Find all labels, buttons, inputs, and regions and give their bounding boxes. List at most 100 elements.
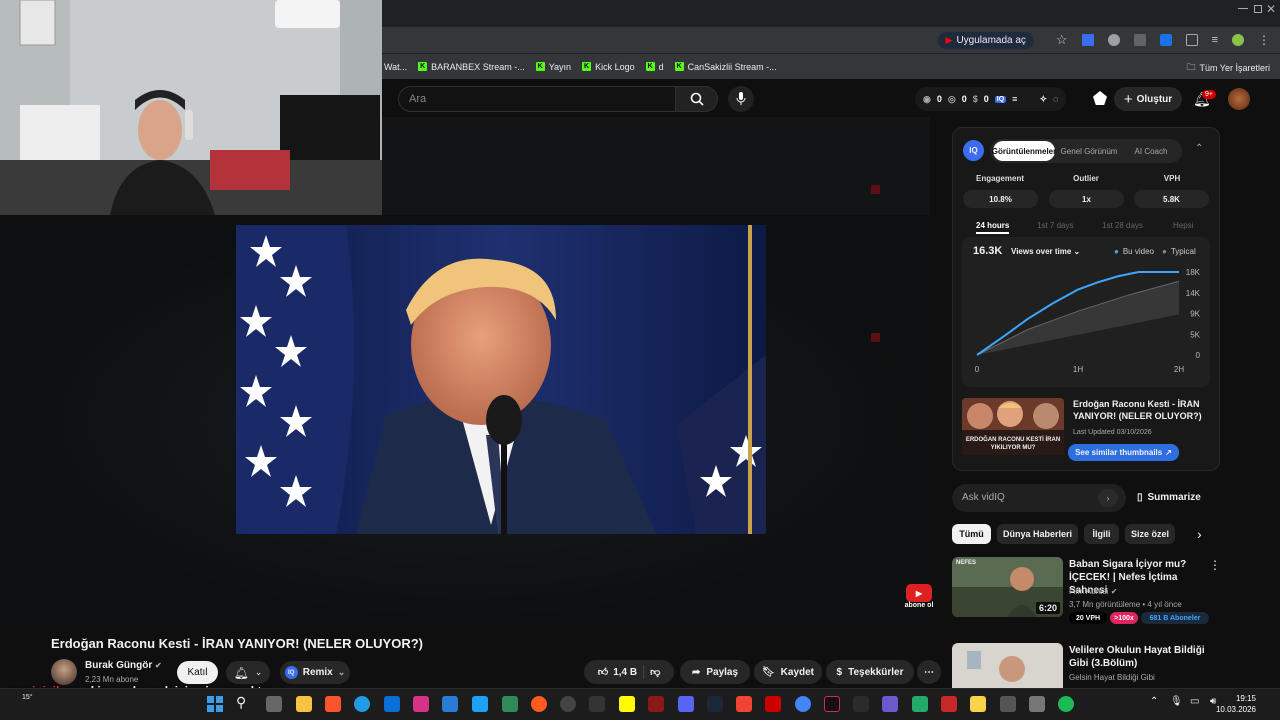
extension-icon[interactable] [1133,34,1146,46]
app-icon[interactable] [912,696,928,712]
thanks-button[interactable]: $ Teşekkürler [826,660,914,684]
chart-legend: ● Bu video ● Typical [1114,247,1196,256]
tray-chevron-icon[interactable]: ⌃ [1150,696,1158,707]
subscribe-overlay[interactable]: ▶ abone ol [904,584,934,612]
app-icon[interactable] [736,696,752,712]
channel-avatar[interactable] [51,659,77,685]
app-icon[interactable] [502,696,518,712]
minimize-icon[interactable] [1238,8,1248,9]
remix-button[interactable]: IQ Remix ⌄ [280,661,350,684]
recommendation-channel[interactable]: Gelsin Hayat Bildiği Gibi [1069,673,1155,682]
shield-icon[interactable] [1107,34,1120,46]
see-similar-button[interactable]: See similar thumbnails ↗ [1068,444,1179,461]
clock[interactable]: 19:15 10.03.2026 [1216,693,1256,715]
bookmark-item[interactable]: Kd [645,62,664,72]
search-input[interactable]: Ara [398,86,676,112]
spotify-icon[interactable] [1058,696,1074,712]
menu-icon[interactable]: ≡ [1212,34,1218,46]
windows-start-icon[interactable] [207,696,223,712]
more-icon[interactable]: ⋮ [1209,558,1221,572]
all-bookmarks[interactable]: 🗀 Tüm Yer İşaretleri [1186,60,1270,76]
tab-ai-coach[interactable]: AI Coach [1124,141,1178,161]
chip-world-news[interactable]: Dünya Haberleri [997,524,1078,544]
chip-all[interactable]: Tümü [952,524,991,544]
search-button[interactable] [676,86,718,112]
y-tick-label: 0 [1196,351,1201,360]
channel-name[interactable]: Burak Güngör ✔ [85,660,162,671]
opera-icon[interactable] [765,696,781,712]
more-actions-button[interactable]: ⋯ [917,660,941,684]
range-7d[interactable]: 1st 7 days [1037,221,1073,230]
app-icon[interactable] [531,696,547,712]
bookmark-item[interactable]: K Kick Logo [582,62,635,72]
chrome-icon[interactable] [795,696,811,712]
bookmark-item[interactable]: K CanSakizlii Stream -... [674,62,777,72]
bookmark-item[interactable]: Wat... [384,62,407,72]
range-24h[interactable]: 24 hours [976,221,1010,234]
vidiq-stats-bar[interactable]: ◉ 0 ◎ 0 $0 IQ ≡ ✧ ◌ [915,87,1067,111]
tab-views[interactable]: Görüntülenmeler [992,141,1056,161]
epic-games-icon[interactable] [589,696,605,712]
create-button[interactable]: + Oluştur [1114,87,1182,111]
collapse-icon[interactable]: ⌃ [1195,143,1203,154]
open-in-app-button[interactable]: ▶ Uygulamada aç [937,31,1034,49]
similar-thumbnail[interactable]: ERDOĞAN RACONU KESTİ İRAN YIKILIYOR MU? [962,398,1064,455]
file-explorer-icon[interactable] [296,696,312,712]
weather-temp[interactable]: 15° [22,694,33,701]
task-view-icon[interactable] [266,696,282,712]
save-button[interactable]: 🔖︎ Kaydet [754,660,822,684]
account-avatar[interactable] [1228,88,1250,110]
steam-icon[interactable] [707,696,723,712]
thumbs-down-icon[interactable]: 👎︎ [650,666,660,678]
network-icon[interactable]: ▭ [1190,696,1199,707]
app-icon[interactable] [941,696,957,712]
recommendation-thumbnail[interactable]: NEFES 6:20 [952,557,1063,617]
discord-icon[interactable] [678,696,694,712]
video-frame[interactable] [236,225,766,534]
like-button[interactable]: 👍︎ 1,4 B [598,666,637,679]
search-icon[interactable]: ⚲ [236,694,246,711]
star-icon[interactable]: ☆ [1056,32,1068,48]
close-icon[interactable]: ✕ [1266,2,1276,16]
chip-for-you[interactable]: Size özel [1125,524,1175,544]
puzzle-icon[interactable] [1185,34,1198,46]
snapchat-icon[interactable] [619,696,635,712]
brave-icon[interactable] [325,696,341,712]
bookmark-item[interactable]: K BARANBEX Stream -... [418,62,525,72]
chevron-right-icon[interactable]: › [1197,526,1202,542]
voice-search-button[interactable] [728,86,754,112]
app-icon[interactable] [648,696,664,712]
notification-settings-button[interactable]: 🔔︎ ⌄ [226,661,270,684]
speedometer-icon[interactable] [560,696,576,712]
range-28d[interactable]: 1st 28 days [1102,221,1143,230]
tiktok-icon[interactable] [824,696,840,712]
tab-overview[interactable]: Genel Görünüm [1058,141,1120,161]
join-button[interactable]: Katıl [177,661,218,684]
edge-icon[interactable] [354,696,370,712]
app-icon[interactable] [1000,696,1016,712]
chip-related[interactable]: İlgili [1084,524,1119,544]
views-dropdown[interactable]: Views over time ⌄ [1011,247,1080,256]
yandex-icon[interactable] [970,696,986,712]
send-icon[interactable]: › [1098,489,1118,507]
mic-icon[interactable]: 🎙︎ [1170,696,1183,707]
app-icon[interactable] [442,696,458,712]
extension-icon[interactable] [1159,34,1172,46]
recommendation-channel[interactable]: Film Adresi ✔ [1069,587,1118,596]
app-icon[interactable] [853,696,869,712]
summarize-button[interactable]: ▯ Summarize [1137,492,1201,503]
extension-icon[interactable] [1081,34,1094,46]
app-icon[interactable] [882,696,898,712]
range-all[interactable]: Hepsi [1173,221,1193,230]
video-player-top[interactable] [380,117,930,215]
more-icon[interactable]: ⋮ [1258,33,1270,47]
maximize-icon[interactable] [1254,5,1262,13]
instagram-icon[interactable] [413,696,429,712]
share-button[interactable]: ➦ Paylaş [680,660,750,684]
bookmark-item[interactable]: K Yayın [535,62,571,72]
recommendation-title[interactable]: Velilere Okulun Hayat Bildiği Gibi (3.Bö… [1069,644,1209,670]
twitter-icon[interactable] [472,696,488,712]
profile-icon[interactable] [1232,34,1244,46]
app-icon[interactable] [1029,696,1045,712]
ms-store-icon[interactable] [384,696,400,712]
